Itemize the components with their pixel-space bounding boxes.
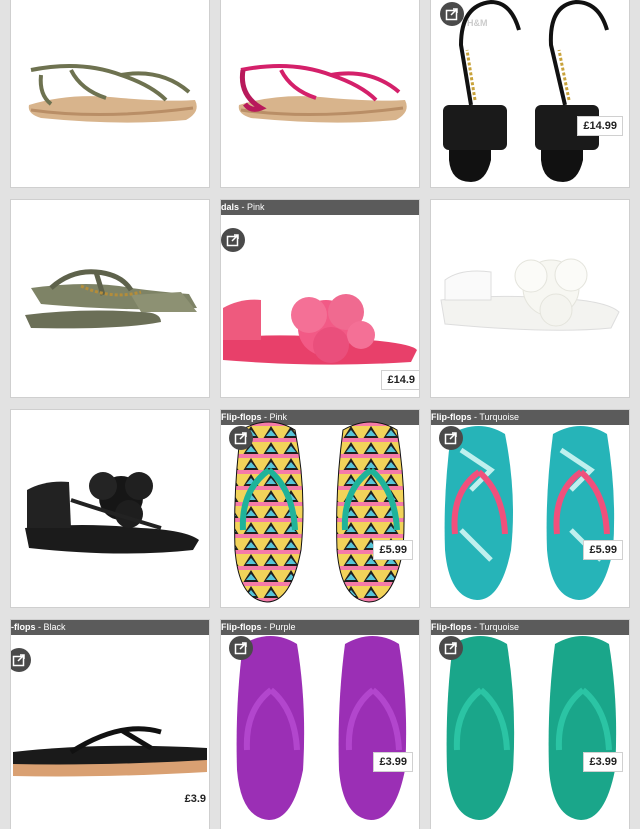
white-flower-sandal-image (440, 258, 620, 331)
price-badge: £5.99 (373, 540, 413, 560)
brand-logo: H&M (467, 18, 488, 28)
khaki-chain-sandal-image (25, 269, 197, 329)
product-tile-pink-sandal[interactable] (221, 0, 419, 187)
share-icon[interactable] (229, 426, 253, 450)
black-chain-sandal-image (443, 0, 609, 182)
share-icon[interactable] (221, 228, 245, 252)
black-flower-sandal-image (25, 472, 199, 554)
product-grid: H&M £14.99 dals - Pink £14.9 Flip-flops … (0, 0, 640, 829)
share-icon[interactable] (229, 636, 253, 660)
product-tile-black-chain-sandal[interactable]: H&M £14.99 (431, 0, 629, 187)
price-badge: £3.99 (373, 752, 413, 772)
pink-flower-sandal-image (223, 294, 417, 365)
product-tile-white-flower-sandal[interactable] (431, 200, 629, 397)
price-badge: £3.99 (583, 752, 623, 772)
share-icon[interactable] (440, 2, 464, 26)
price-badge: £14.99 (577, 116, 623, 136)
product-tile-khaki-chain-sandal[interactable] (11, 200, 209, 397)
product-tile-aztec-flipflop[interactable]: Flip-flops - Pink £5.99 (221, 410, 419, 607)
product-tile-black-flower-sandal[interactable] (11, 410, 209, 607)
price-badge: £14.9 (381, 370, 419, 390)
share-icon[interactable] (439, 636, 463, 660)
product-tile-pink-flower-sandal[interactable]: dals - Pink £14.9 (221, 200, 419, 397)
share-icon[interactable] (439, 426, 463, 450)
product-tile-turquoise-print-flipflop[interactable]: Flip-flops - Turquoise £5.99 (431, 410, 629, 607)
product-tile-turquoise-flipflop[interactable]: Flip-flops - Turquoise £3.99 (431, 620, 629, 829)
olive-sandal-image (28, 64, 197, 123)
pink-sandal-image (238, 64, 407, 123)
product-tile-purple-flipflop[interactable]: Flip-flops - Purple £3.99 (221, 620, 419, 829)
price-badge: £3.9 (179, 790, 209, 808)
price-badge: £5.99 (583, 540, 623, 560)
product-tile-black-flipflop[interactable]: -flops - Black £3.9 (11, 620, 209, 829)
product-tile-olive-sandal[interactable] (11, 0, 209, 187)
